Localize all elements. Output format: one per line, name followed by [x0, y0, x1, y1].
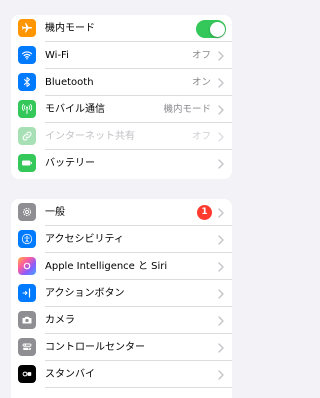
- row-standby[interactable]: スタンバイ: [11, 361, 232, 388]
- control-center-icon: [18, 338, 36, 356]
- chevron-right-icon: [218, 105, 224, 115]
- mobile-data-label: モバイル通信: [45, 104, 105, 115]
- row-wifi[interactable]: Wi-Fi オフ: [11, 42, 232, 69]
- row-action-button[interactable]: アクションボタン: [11, 280, 232, 307]
- gear-icon: [18, 203, 36, 221]
- row-control-center[interactable]: コントロールセンター: [11, 334, 232, 361]
- row-battery[interactable]: バッテリー: [11, 150, 232, 177]
- chevron-right-icon: [218, 370, 224, 380]
- chevron-right-icon: [218, 78, 224, 88]
- standby-icon: [18, 365, 36, 383]
- chevron-right-icon: [218, 159, 224, 169]
- general-label: 一般: [45, 207, 65, 218]
- row-separator: [45, 387, 232, 388]
- chevron-right-icon: [218, 289, 224, 299]
- camera-icon: [18, 311, 36, 329]
- row-apple-intelligence[interactable]: Apple Intelligence と Siri: [11, 253, 232, 280]
- bluetooth-value: オン: [191, 77, 211, 88]
- airplane-mode-toggle[interactable]: [196, 20, 226, 38]
- system-group: 一般 1 アクセシビリティ Apple Intelligence と Siri: [11, 199, 232, 398]
- action-button-label: アクションボタン: [45, 288, 125, 299]
- airplane-icon: [18, 19, 36, 37]
- chevron-right-icon: [218, 51, 224, 61]
- row-camera[interactable]: カメラ: [11, 307, 232, 334]
- row-hotspot[interactable]: インターネット共有 オフ: [11, 123, 232, 150]
- apple-intelligence-label: Apple Intelligence と Siri: [45, 261, 168, 272]
- accessibility-label: アクセシビリティ: [45, 234, 124, 245]
- row-airplane-mode[interactable]: 機内モード: [11, 15, 232, 42]
- standby-label: スタンバイ: [45, 369, 95, 380]
- row-bluetooth[interactable]: Bluetooth オン: [11, 69, 232, 96]
- chevron-right-icon: [218, 316, 224, 326]
- connectivity-group: 機内モード Wi-Fi オフ Bluetooth オン モバイル通信 機内モード…: [11, 15, 232, 179]
- bluetooth-icon: [18, 73, 36, 91]
- toggle-knob: [209, 21, 225, 37]
- bluetooth-label: Bluetooth: [45, 77, 94, 88]
- antenna-icon: [18, 100, 36, 118]
- action-button-icon: [18, 284, 36, 302]
- wifi-value: オフ: [191, 50, 211, 61]
- camera-label: カメラ: [45, 315, 75, 326]
- accessibility-icon: [18, 230, 36, 248]
- row-accessibility[interactable]: アクセシビリティ: [11, 226, 232, 253]
- settings-screen: 機内モード Wi-Fi オフ Bluetooth オン モバイル通信 機内モード…: [0, 0, 242, 398]
- chevron-right-icon: [218, 343, 224, 353]
- row-general[interactable]: 一般 1: [11, 199, 232, 226]
- row-mobile-data[interactable]: モバイル通信 機内モード: [11, 96, 232, 123]
- hotspot-value: オフ: [191, 131, 211, 142]
- link-icon: [18, 127, 36, 145]
- siri-icon: [18, 257, 36, 275]
- wifi-label: Wi-Fi: [45, 50, 69, 61]
- control-center-label: コントロールセンター: [45, 342, 145, 353]
- notification-badge: 1: [197, 205, 212, 220]
- chevron-right-icon: [218, 132, 224, 142]
- battery-icon: [18, 154, 36, 172]
- battery-label: バッテリー: [45, 158, 95, 169]
- chevron-right-icon: [218, 262, 224, 272]
- chevron-right-icon: [218, 235, 224, 245]
- mobile-data-value: 機内モード: [163, 104, 211, 115]
- airplane-mode-label: 機内モード: [45, 23, 95, 34]
- chevron-right-icon: [218, 208, 224, 218]
- hotspot-label: インターネット共有: [45, 131, 135, 142]
- wifi-icon: [18, 46, 36, 64]
